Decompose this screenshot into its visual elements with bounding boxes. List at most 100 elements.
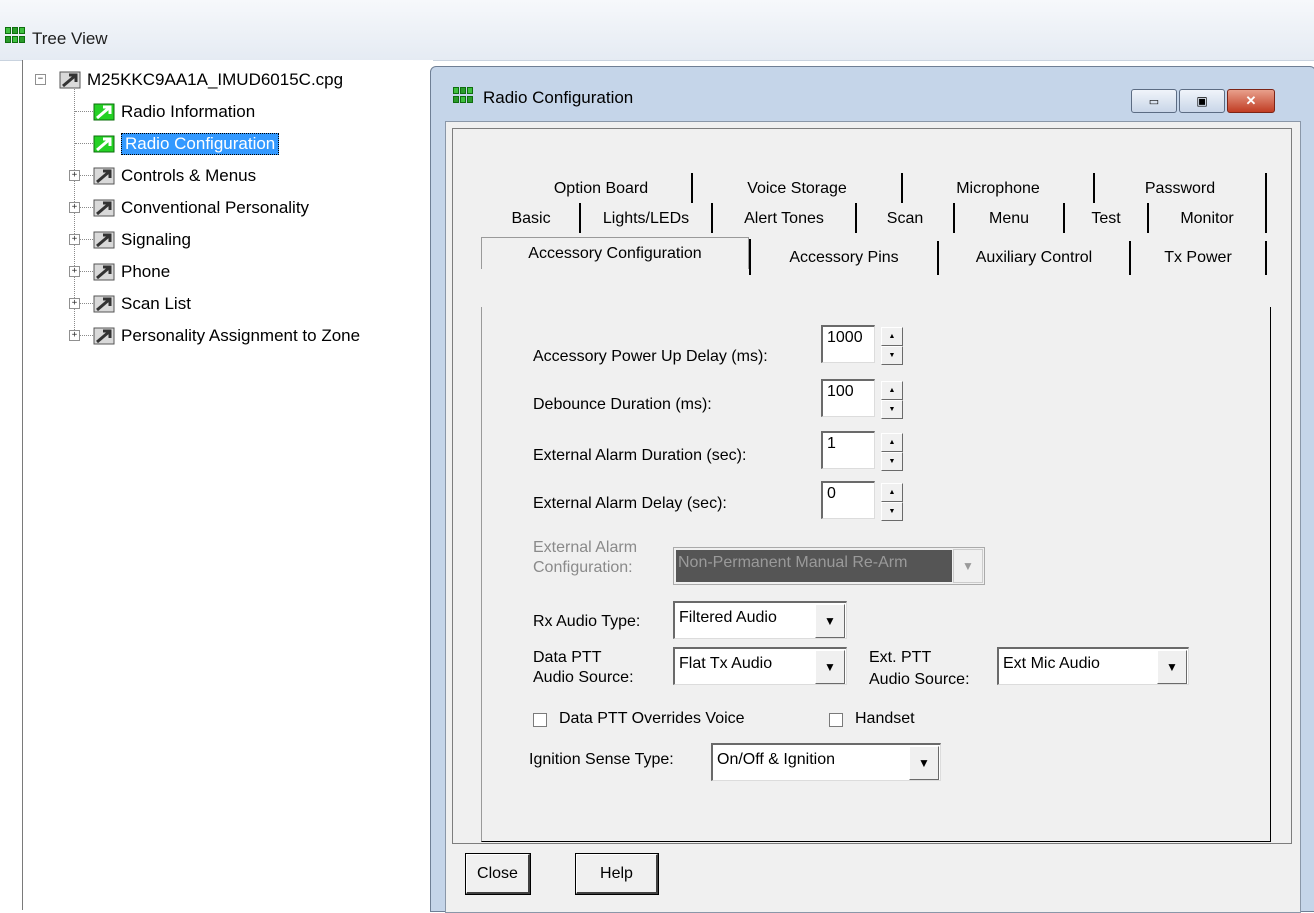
tab-label: Option Board [553,180,649,197]
restore-button[interactable]: ▣ [1179,89,1225,113]
tab-divider [1265,241,1267,275]
tab-basic[interactable]: Basic [483,206,579,232]
tab-test[interactable]: Test [1065,206,1147,232]
tab-option-board[interactable]: Option Board [511,176,691,202]
close-button[interactable]: Close [465,853,531,895]
tree-item-label: Scan List [121,294,191,313]
tab-divider [1265,203,1267,233]
tab-label: Accessory Pins [789,249,899,266]
window-titlebar[interactable]: Radio Configuration ▭ ▣ ✕ [431,67,1314,127]
handset-checkbox[interactable] [829,713,843,727]
power-up-delay-spinner[interactable]: ▲ ▼ [881,327,903,365]
tree-expand-toggle[interactable]: + [69,266,80,277]
alarm-config-label-line2: Configuration: [533,559,633,576]
tree-expand-toggle[interactable]: + [69,298,80,309]
tree-item-radio-information[interactable]: Radio Information [93,98,255,126]
rx-audio-select[interactable]: Filtered Audio ▼ [673,601,847,639]
spin-up-icon[interactable]: ▲ [881,483,903,502]
debounce-input[interactable]: 100 [821,379,875,417]
tab-accessory-configuration[interactable]: Accessory Configuration [481,237,749,269]
tab-divider [1265,173,1267,203]
help-button[interactable]: Help [575,853,659,895]
tab-auxiliary-control[interactable]: Auxiliary Control [939,245,1129,271]
tree-collapse-toggle[interactable]: − [35,74,46,85]
folder-icon [93,262,115,282]
dropdown-arrow-icon: ▼ [953,549,983,583]
data-ptt-overrides-label[interactable]: Data PTT Overrides Voice [559,710,745,728]
debounce-spinner[interactable]: ▲ ▼ [881,381,903,419]
alarm-delay-spinner[interactable]: ▲ ▼ [881,483,903,521]
radio-config-icon [93,134,115,154]
tab-alert-tones[interactable]: Alert Tones [713,206,855,232]
tab-password[interactable]: Password [1095,176,1265,202]
window-title: Radio Configuration [483,88,634,107]
ignition-sense-select[interactable]: On/Off & Ignition ▼ [711,743,941,781]
tree-expand-toggle[interactable]: + [69,330,80,341]
data-ptt-source-select[interactable]: Flat Tx Audio ▼ [673,647,847,685]
tab-label: Lights/LEDs [602,210,690,227]
dropdown-arrow-icon[interactable]: ▼ [1157,650,1187,684]
tab-label: Monitor [1180,210,1234,227]
radio-configuration-window[interactable]: Radio Configuration ▭ ▣ ✕ Option Board V… [430,66,1314,913]
handset-label[interactable]: Handset [855,710,915,728]
tree-item-conventional-personality[interactable]: Conventional Personality [93,194,309,222]
tree-item-radio-configuration[interactable]: Radio Configuration [93,130,280,158]
tree-expand-toggle[interactable]: + [69,234,80,245]
spin-down-icon[interactable]: ▼ [881,502,903,521]
tab-menu[interactable]: Menu [955,206,1063,232]
data-ptt-label-line1: Data PTT [533,649,602,666]
tree-item-label: Signaling [121,230,191,249]
data-ptt-source-value: Flat Tx Audio [679,655,773,672]
power-up-delay-input[interactable]: 1000 [821,325,875,363]
minimize-button[interactable]: ▭ [1131,89,1177,113]
tab-voice-storage[interactable]: Voice Storage [693,176,901,202]
tree-root[interactable]: M25KKC9AA1A_IMUD6015C.cpg [59,66,343,94]
folder-icon [93,166,115,186]
tab-label: Voice Storage [747,180,847,197]
radio-info-icon [93,102,115,122]
spin-up-icon[interactable]: ▲ [881,381,903,400]
ext-ptt-source-value: Ext Mic Audio [1003,655,1100,672]
alarm-config-value: Non-Permanent Manual Re-Arm [676,550,952,582]
spin-up-icon[interactable]: ▲ [881,433,903,452]
folder-icon [93,326,115,346]
close-icon: ✕ [1245,93,1257,108]
debounce-label: Debounce Duration (ms): [533,396,712,413]
tab-label: Scan [886,210,924,227]
dropdown-arrow-icon[interactable]: ▼ [815,650,845,684]
alarm-delay-label: External Alarm Delay (sec): [533,495,727,512]
dropdown-arrow-icon[interactable]: ▼ [815,604,845,638]
tree-expand-toggle[interactable]: + [69,202,80,213]
tree-expand-toggle[interactable]: + [69,170,80,181]
tab-microphone[interactable]: Microphone [903,176,1093,202]
spin-down-icon[interactable]: ▼ [881,452,903,471]
tab-tx-power[interactable]: Tx Power [1131,245,1265,271]
tab-accessory-pins[interactable]: Accessory Pins [751,245,937,271]
data-ptt-label-line2: Audio Source: [533,669,634,686]
alarm-delay-input[interactable]: 0 [821,481,875,519]
tab-label: Auxiliary Control [975,249,1093,266]
tree-item-scan-list[interactable]: Scan List [93,290,191,318]
tree-item-personality-assignment[interactable]: Personality Assignment to Zone [93,322,360,350]
tree-item-phone[interactable]: Phone [93,258,170,286]
spin-down-icon[interactable]: ▼ [881,400,903,419]
tab-monitor[interactable]: Monitor [1149,206,1265,232]
alarm-duration-input[interactable]: 1 [821,431,875,469]
spin-down-icon[interactable]: ▼ [881,346,903,365]
dropdown-arrow-icon[interactable]: ▼ [909,746,939,780]
tab-scan[interactable]: Scan [857,206,953,232]
folder-icon [93,230,115,250]
close-window-button[interactable]: ✕ [1227,89,1275,113]
spin-up-icon[interactable]: ▲ [881,327,903,346]
tree-view-titlebar: Tree View [0,0,1314,61]
tree-item-signaling[interactable]: Signaling [93,226,191,254]
tree-item-controls-menus[interactable]: Controls & Menus [93,162,256,190]
app-grid-icon [453,87,475,105]
ext-ptt-source-select[interactable]: Ext Mic Audio ▼ [997,647,1189,685]
tree-pane[interactable]: − M25KKC9AA1A_IMUD6015C.cpg Radio Inform… [22,60,433,910]
tab-label: Menu [988,210,1030,227]
ignition-sense-value: On/Off & Ignition [717,751,835,768]
alarm-duration-spinner[interactable]: ▲ ▼ [881,433,903,471]
tab-lights-leds[interactable]: Lights/LEDs [581,206,711,232]
data-ptt-overrides-checkbox[interactable] [533,713,547,727]
